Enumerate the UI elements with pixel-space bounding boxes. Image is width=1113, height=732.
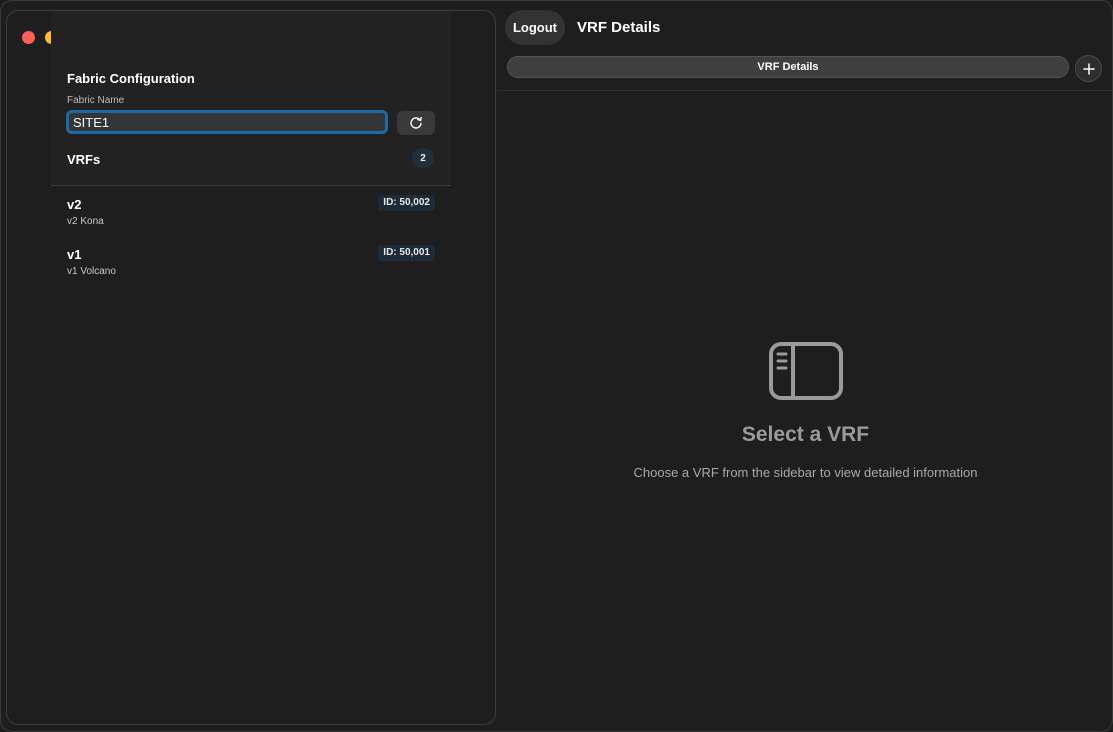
window-title: VRF Details	[577, 19, 661, 36]
vrf-list-item[interactable]: v1 v1 Volcano ID: 50,001	[51, 243, 451, 289]
vrf-description: v2 Kona	[67, 216, 104, 227]
vrf-id-badge: ID: 50,002	[378, 195, 435, 211]
close-window-button[interactable]	[22, 31, 35, 44]
fabric-name-input[interactable]	[66, 110, 388, 134]
vrf-name: v1	[67, 247, 82, 262]
section-title: Fabric Configuration	[67, 71, 195, 86]
tab-bar: VRF Details	[497, 53, 1112, 91]
sidebar-icon	[768, 342, 843, 400]
vrfs-title: VRFs	[67, 152, 101, 167]
add-tab-button[interactable]	[1075, 55, 1102, 82]
fabric-name-label: Fabric Name	[67, 95, 125, 106]
refresh-button[interactable]	[397, 111, 435, 135]
empty-state-subtitle: Choose a VRF from the sidebar to view de…	[633, 465, 978, 480]
refresh-icon	[410, 116, 422, 129]
app-window: Fabric Configuration Fabric Name VRFs 2 …	[0, 0, 1113, 732]
logout-button[interactable]: Logout	[505, 10, 565, 45]
vrf-name: v2	[67, 197, 82, 212]
vrf-description: v1 Volcano	[67, 266, 116, 277]
vrf-list-item[interactable]: v2 v2 Kona ID: 50,002	[51, 193, 451, 239]
fabric-configuration-panel: Fabric Configuration Fabric Name VRFs 2	[51, 11, 451, 186]
vrf-id-badge: ID: 50,001	[378, 245, 435, 261]
tab-vrf-details[interactable]: VRF Details	[507, 56, 1069, 78]
empty-state: Select a VRF Choose a VRF from the sideb…	[497, 341, 1112, 480]
vrf-count-badge: 2	[412, 148, 434, 168]
plus-icon	[1082, 62, 1095, 75]
empty-state-title: Select a VRF	[741, 423, 870, 446]
